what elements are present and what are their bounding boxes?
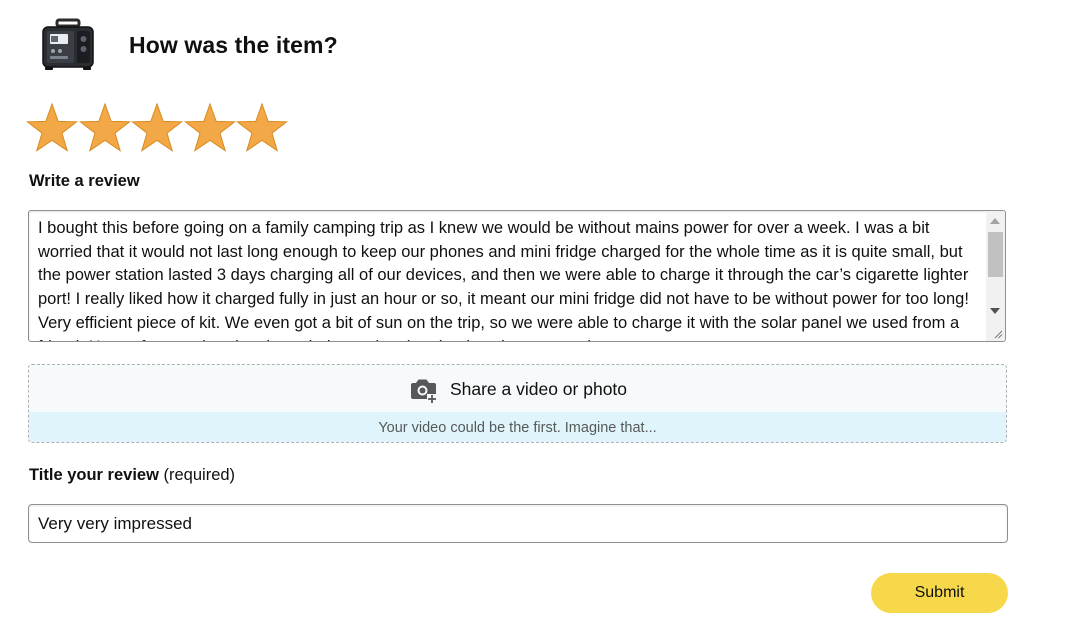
scroll-up-arrow-icon[interactable] [990, 218, 1000, 224]
review-scrollbar[interactable] [986, 211, 1005, 341]
star-icon[interactable] [183, 102, 236, 152]
resize-grip-icon[interactable] [993, 329, 1003, 339]
star-icon[interactable] [131, 102, 183, 152]
review-form-page: How was the item? Write a review I bough… [0, 0, 1077, 626]
review-textarea[interactable]: I bought this before going on a family c… [28, 210, 1006, 342]
media-upload-button[interactable]: Share a video or photo [29, 365, 1006, 412]
media-upload-area[interactable]: Share a video or photo Your video could … [28, 364, 1007, 443]
submit-button[interactable]: Submit [871, 573, 1008, 613]
portable-power-station-icon [42, 18, 94, 70]
star-icon[interactable] [236, 102, 288, 152]
camera-add-icon [410, 379, 437, 403]
title-label-text: Title your review [29, 466, 159, 484]
star-rating [26, 102, 289, 152]
scroll-thumb[interactable] [988, 232, 1003, 277]
review-text[interactable]: I bought this before going on a family c… [38, 217, 983, 341]
upload-label: Share a video or photo [449, 379, 628, 399]
star-icon[interactable] [26, 102, 78, 152]
scroll-down-arrow-icon[interactable] [990, 308, 1000, 314]
review-header: How was the item? [40, 18, 338, 72]
review-label: Write a review [29, 172, 140, 190]
title-field-label: Title your review (required) [29, 466, 235, 485]
upload-hint: Your video could be the first. Imagine t… [29, 412, 1006, 442]
star-icon[interactable] [78, 102, 131, 152]
title-label-required: (required) [163, 466, 236, 484]
page-title: How was the item? [129, 31, 338, 58]
review-title-input[interactable] [28, 504, 1008, 543]
